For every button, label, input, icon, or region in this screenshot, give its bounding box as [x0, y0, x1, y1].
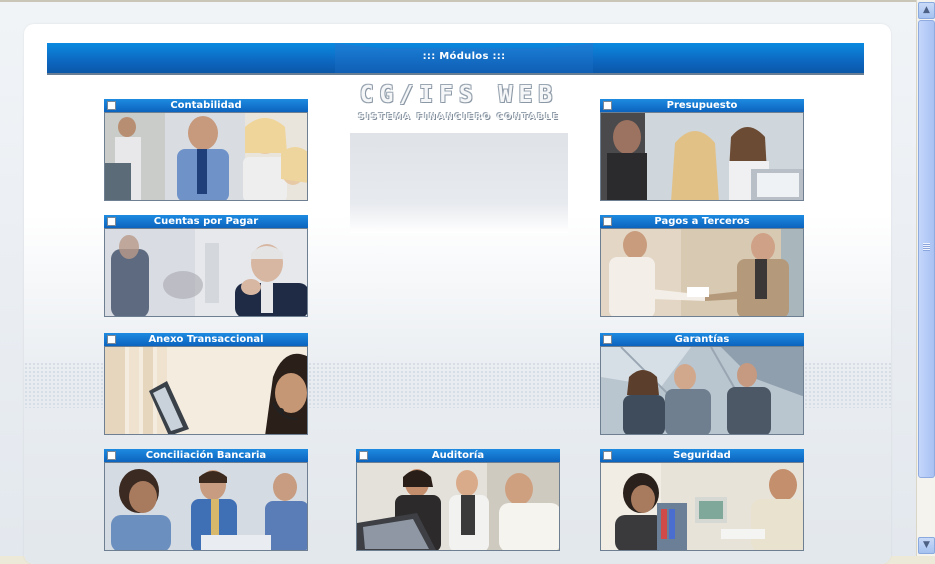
module-photo-call-center[interactable] — [104, 346, 308, 435]
module-label: Cuentas por Pagar — [153, 216, 259, 227]
module-header: Seguridad — [600, 449, 804, 462]
module-label: Pagos a Terceros — [654, 216, 750, 227]
module-checkbox[interactable] — [107, 335, 116, 344]
module-cuentas-por-pagar[interactable]: Cuentas por Pagar — [104, 215, 308, 319]
module-pagos-a-terceros[interactable]: Pagos a Terceros — [600, 215, 804, 319]
module-photo-office-meeting[interactable] — [104, 112, 308, 201]
module-checkbox[interactable] — [603, 101, 612, 110]
module-photo-server-room[interactable] — [600, 462, 804, 551]
module-photo-handshake[interactable] — [600, 228, 804, 317]
scroll-grip-icon — [923, 243, 930, 251]
scroll-thumb[interactable] — [918, 20, 935, 478]
module-checkbox[interactable] — [107, 217, 116, 226]
module-header: Auditoría — [356, 449, 560, 462]
module-photo-group-meeting[interactable] — [104, 462, 308, 551]
scroll-down-button[interactable]: ▼ — [918, 537, 935, 554]
module-conciliacion-bancaria[interactable]: Conciliación Bancaria — [104, 449, 308, 553]
module-header: Garantías — [600, 333, 804, 346]
modules-header-title: ::: Módulos ::: — [422, 51, 506, 62]
brand-logo: CG/IFS WEB SISTEMA FINANCIERO CONTABLE — [350, 82, 568, 121]
module-presupuesto[interactable]: Presupuesto — [600, 99, 804, 203]
module-label: Auditoría — [431, 450, 485, 461]
module-seguridad[interactable]: Seguridad — [600, 449, 804, 553]
module-label: Garantías — [674, 334, 730, 345]
module-anexo-transaccional[interactable]: Anexo Transaccional — [104, 333, 308, 437]
module-label: Anexo Transaccional — [148, 334, 264, 345]
module-checkbox[interactable] — [107, 451, 116, 460]
module-checkbox[interactable] — [107, 101, 116, 110]
brand-image-box — [350, 133, 568, 233]
module-label: Presupuesto — [666, 100, 738, 111]
module-checkbox[interactable] — [603, 451, 612, 460]
module-header: Presupuesto — [600, 99, 804, 112]
module-checkbox[interactable] — [603, 335, 612, 344]
module-label: Conciliación Bancaria — [145, 450, 267, 461]
module-photo-laptop-work[interactable] — [356, 462, 560, 551]
module-label: Contabilidad — [170, 100, 242, 111]
module-header: Pagos a Terceros — [600, 215, 804, 228]
chevron-down-icon: ▼ — [923, 540, 930, 550]
module-garantias[interactable]: Garantías — [600, 333, 804, 437]
module-label: Seguridad — [673, 450, 731, 461]
module-photo-business-team[interactable] — [600, 346, 804, 435]
module-contabilidad[interactable]: Contabilidad — [104, 99, 308, 203]
module-photo-team-computer[interactable] — [600, 112, 804, 201]
module-auditoria[interactable]: Auditoría — [356, 449, 560, 553]
module-photo-executive[interactable] — [104, 228, 308, 317]
module-header: Contabilidad — [104, 99, 308, 112]
brand-subtitle: SISTEMA FINANCIERO CONTABLE — [358, 112, 560, 121]
modules-header-bar: ::: Módulos ::: — [47, 43, 864, 75]
module-checkbox[interactable] — [359, 451, 368, 460]
scroll-up-button[interactable]: ▲ — [918, 2, 935, 19]
module-header: Cuentas por Pagar — [104, 215, 308, 228]
page-background: ::: Módulos ::: CG/IFS WEB SISTEMA FINAN… — [0, 2, 916, 564]
chevron-up-icon: ▲ — [923, 5, 930, 15]
vertical-scrollbar[interactable]: ▲ ▼ — [916, 0, 935, 556]
module-checkbox[interactable] — [603, 217, 612, 226]
module-header: Anexo Transaccional — [104, 333, 308, 346]
module-header: Conciliación Bancaria — [104, 449, 308, 462]
modules-panel: ::: Módulos ::: CG/IFS WEB SISTEMA FINAN… — [24, 24, 891, 564]
brand-title: CG/IFS WEB — [359, 82, 559, 108]
